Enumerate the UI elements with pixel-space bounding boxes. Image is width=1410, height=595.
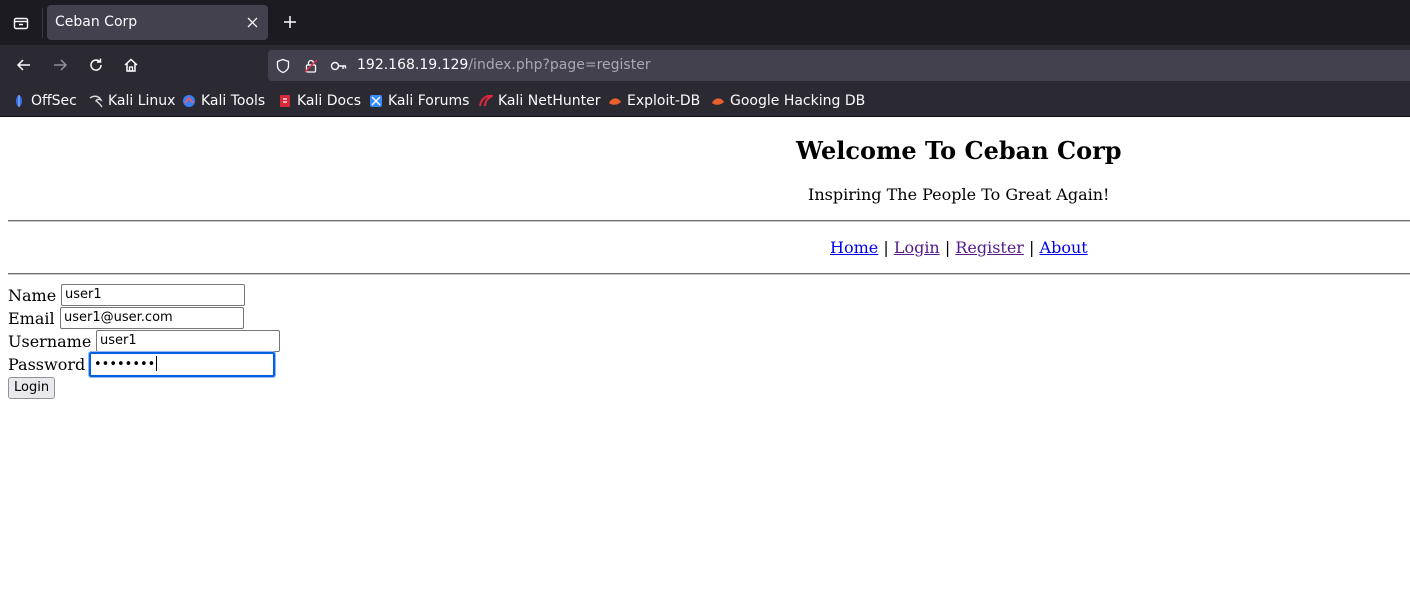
menu-separator: |: [883, 238, 889, 257]
tab-list-icon: [13, 17, 29, 29]
menu-link-about[interactable]: About: [1040, 238, 1088, 257]
web-page: Welcome To Ceban Corp Inspiring The Peop…: [0, 118, 1410, 595]
key-icon[interactable]: [330, 57, 348, 75]
insecure-lock-icon[interactable]: [302, 57, 320, 75]
site-menu: Home | Login | Register | About: [830, 238, 1088, 257]
password-field[interactable]: ••••••••: [88, 351, 276, 378]
kali-dragon-icon: [89, 95, 103, 108]
forward-button[interactable]: [46, 51, 74, 79]
kali-tools-icon: [183, 95, 195, 107]
text-caret: [156, 356, 158, 371]
home-icon: [124, 58, 138, 72]
name-field[interactable]: user1: [61, 284, 245, 306]
bookmark-kali-docs[interactable]: Kali Docs: [278, 91, 361, 111]
url-host: 192.168.19.129: [357, 57, 469, 73]
reload-button[interactable]: [82, 51, 110, 79]
password-label: Password: [8, 355, 86, 374]
header-divider: [8, 220, 1410, 222]
tab-title: Ceban Corp: [55, 14, 138, 30]
bookmark-kali-linux[interactable]: Kali Linux: [89, 91, 175, 111]
bookmark-offsec[interactable]: OffSec: [12, 91, 77, 111]
bookmark-label: Kali NetHunter: [498, 93, 601, 109]
reload-icon: [90, 58, 102, 71]
url-text[interactable]: 192.168.19.129/index.php?page=register: [357, 56, 651, 75]
bookmark-label: Exploit-DB: [627, 93, 701, 109]
menu-link-login[interactable]: Login: [894, 238, 940, 257]
close-icon[interactable]: [244, 13, 260, 31]
url-path: /index.php?page=register: [468, 57, 651, 73]
menu-divider: [8, 273, 1410, 275]
password-value: ••••••••: [94, 357, 156, 372]
menu-link-register[interactable]: Register: [955, 238, 1024, 257]
name-label: Name: [8, 286, 57, 305]
bookmark-label: Kali Docs: [297, 93, 362, 109]
menu-separator: |: [1029, 238, 1035, 257]
ghdb-icon: [712, 98, 724, 105]
bookmark-label: Kali Forums: [388, 93, 470, 109]
navigation-toolbar: 192.168.19.129/index.php?page=register: [0, 45, 1410, 85]
home-button[interactable]: [117, 51, 145, 79]
bookmark-label: Kali Tools: [201, 93, 266, 109]
menu-separator: |: [944, 238, 951, 257]
url-bar[interactable]: 192.168.19.129/index.php?page=register: [268, 50, 1410, 81]
forward-arrow-icon: [54, 59, 68, 71]
bookmark-kali-tools[interactable]: Kali Tools: [182, 91, 265, 111]
tab-list-button[interactable]: [0, 0, 42, 45]
login-button[interactable]: Login: [8, 377, 56, 399]
tab-bar: Ceban Corp: [0, 0, 1410, 45]
bookmark-kali-nethunter[interactable]: Kali NetHunter: [479, 91, 600, 111]
username-label: Username: [8, 332, 92, 351]
shield-icon[interactable]: [274, 57, 292, 75]
bookmark-exploit-db[interactable]: Exploit-DB: [608, 91, 700, 111]
email-label: Email: [8, 309, 55, 328]
back-button[interactable]: [10, 51, 38, 79]
offsec-icon: [16, 95, 22, 107]
email-field[interactable]: user1@user.com: [60, 307, 244, 329]
new-tab-button[interactable]: [278, 9, 302, 35]
bookmarks-toolbar: OffSec Kali Linux Kali Tools Kali Docs K…: [0, 85, 1410, 117]
bookmark-kali-forums[interactable]: Kali Forums: [369, 91, 469, 111]
exploit-db-icon: [609, 98, 621, 105]
kali-docs-icon: [280, 95, 290, 107]
bookmark-google-hacking-db[interactable]: Google Hacking DB: [711, 91, 865, 111]
browser-tab[interactable]: Ceban Corp: [47, 5, 268, 40]
back-arrow-icon: [16, 59, 30, 71]
nethunter-icon: [479, 94, 493, 107]
page-title: Welcome To Ceban Corp: [796, 136, 1122, 165]
username-field[interactable]: user1: [96, 330, 280, 352]
kali-forums-icon: [370, 95, 382, 107]
bookmark-label: OffSec: [31, 93, 77, 109]
menu-link-home[interactable]: Home: [830, 238, 878, 257]
bookmark-label: Google Hacking DB: [730, 93, 866, 109]
bookmark-label: Kali Linux: [108, 93, 176, 109]
page-tagline: Inspiring The People To Great Again!: [808, 185, 1110, 204]
tab-separator: [42, 8, 43, 38]
plus-icon: [284, 16, 296, 28]
